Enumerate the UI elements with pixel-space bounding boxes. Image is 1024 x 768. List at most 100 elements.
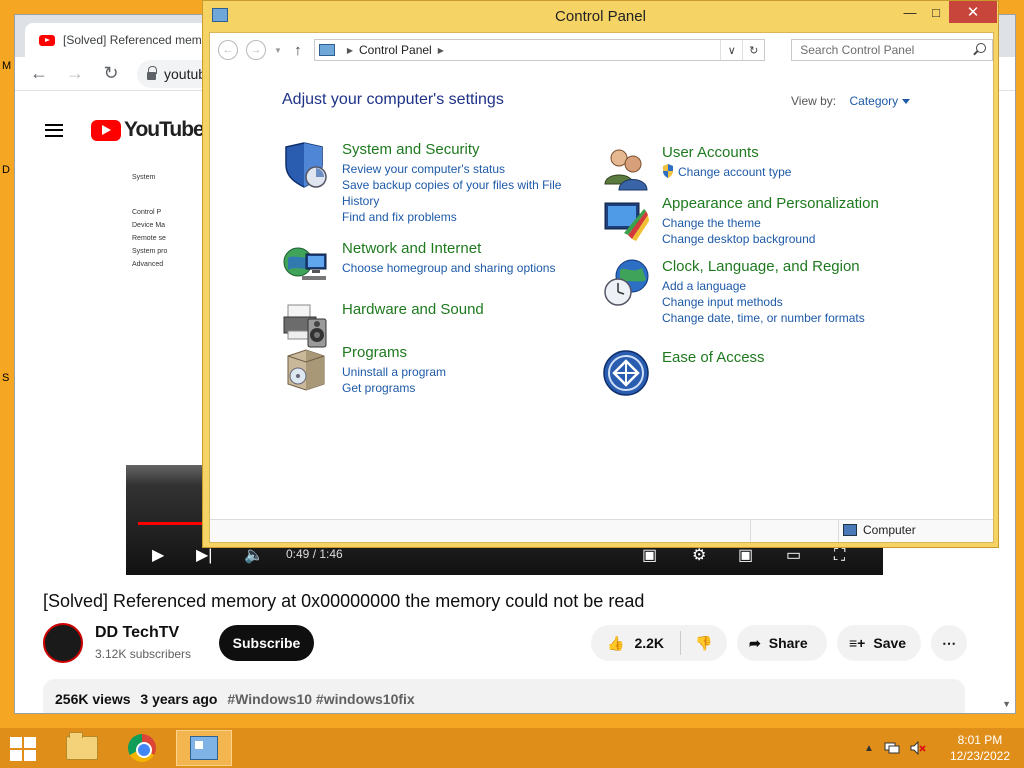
control-panel-icon xyxy=(190,736,218,760)
taskbar-chrome[interactable] xyxy=(114,730,170,766)
chevron-right-icon[interactable]: ▶ xyxy=(438,46,444,55)
category-title[interactable]: Appearance and Personalization xyxy=(662,195,879,212)
printer-speaker-icon[interactable] xyxy=(282,301,330,349)
share-button[interactable]: ➦ Share xyxy=(737,625,827,661)
forward-icon[interactable]: → xyxy=(65,63,85,84)
category-link[interactable]: Save backup copies of your files with Fi… xyxy=(342,177,561,193)
description-box[interactable]: 256K views 3 years ago #Windows10 #windo… xyxy=(43,679,965,713)
category-title[interactable]: System and Security xyxy=(342,141,480,158)
desktop-icon-label: M xyxy=(2,60,12,72)
category-link[interactable]: Change date, time, or number formats xyxy=(662,310,865,326)
category-title[interactable]: Programs xyxy=(342,344,407,361)
ease-of-access-icon[interactable] xyxy=(602,349,650,397)
subscribe-button[interactable]: Subscribe xyxy=(219,625,314,661)
back-icon[interactable]: ← xyxy=(218,40,238,60)
tab-title: [Solved] Referenced memo xyxy=(63,33,209,47)
chevron-right-icon[interactable]: ▶ xyxy=(347,46,353,55)
category-link[interactable]: Change the theme xyxy=(662,215,815,231)
category-title[interactable]: Ease of Access xyxy=(662,349,765,366)
minimize-button[interactable]: — xyxy=(897,1,923,23)
close-button[interactable]: ✕ xyxy=(949,1,997,23)
play-icon[interactable]: ▶ xyxy=(152,545,164,565)
category-link[interactable]: Uninstall a program xyxy=(342,364,446,380)
title-bar[interactable]: Control Panel — □ ✕ xyxy=(203,1,998,31)
category-title[interactable]: Hardware and Sound xyxy=(342,301,484,318)
network-icon[interactable] xyxy=(884,741,900,755)
browser-tab[interactable]: [Solved] Referenced memo xyxy=(25,23,225,57)
status-divider xyxy=(750,520,751,542)
address-dropdown-icon[interactable]: ∨ xyxy=(720,40,742,60)
miniplayer-icon[interactable]: ▣ xyxy=(738,545,753,565)
forward-icon[interactable]: → xyxy=(245,40,266,60)
reload-icon[interactable]: ↻ xyxy=(101,63,121,84)
up-icon[interactable]: ↑ xyxy=(290,42,306,59)
maximize-button[interactable]: □ xyxy=(923,1,949,23)
next-icon[interactable]: ▶| xyxy=(196,545,212,565)
category-link[interactable]: Review your computer's status xyxy=(342,161,561,177)
category-link[interactable]: Change input methods xyxy=(662,294,865,310)
clock-time: 8:01 PM xyxy=(957,733,1003,747)
recent-locations-icon[interactable]: ▼ xyxy=(274,46,282,55)
category-link[interactable]: Change desktop background xyxy=(662,231,815,247)
control-panel-window: Control Panel — □ ✕ ← → ▼ ↑ ▶ Control Pa… xyxy=(202,0,999,548)
taskbar-file-explorer[interactable] xyxy=(54,730,110,766)
scroll-down-icon[interactable]: ▼ xyxy=(1002,699,1011,709)
category-link[interactable]: Find and fix problems xyxy=(342,209,561,225)
search-input[interactable]: Search Control Panel xyxy=(791,39,993,61)
refresh-icon[interactable]: ↻ xyxy=(742,40,764,60)
save-button[interactable]: ≡+ Save xyxy=(837,625,921,661)
window-title: Control Panel xyxy=(555,8,646,25)
volume-muted-icon[interactable] xyxy=(910,741,926,755)
clock[interactable]: 8:01 PM 12/23/2022 xyxy=(950,732,1010,764)
like-button[interactable]: 👍 2.2K xyxy=(591,631,682,655)
globe-network-icon[interactable] xyxy=(282,240,330,288)
video-time: 0:49 / 1:46 xyxy=(286,547,343,561)
url-text: youtub xyxy=(164,65,207,82)
view-by-dropdown[interactable]: Category xyxy=(849,94,911,108)
view-by-value: Category xyxy=(849,94,899,108)
subtitles-icon[interactable]: ▣ xyxy=(642,545,657,565)
category-title[interactable]: Clock, Language, and Region xyxy=(662,258,860,275)
share-icon: ➦ xyxy=(749,634,761,651)
theater-icon[interactable]: ▭ xyxy=(786,545,801,565)
thumbs-down-icon: 👎 xyxy=(695,634,713,651)
settings-icon[interactable]: ⚙ xyxy=(692,545,706,565)
category-title[interactable]: Network and Internet xyxy=(342,240,481,257)
more-actions-button[interactable]: ⋯ xyxy=(931,625,967,661)
hashtags[interactable]: #Windows10 #windows10fix xyxy=(227,691,414,707)
system-tray: ▲ 8:01 PM 12/23/2022 xyxy=(864,728,1024,768)
show-hidden-icons-icon[interactable]: ▲ xyxy=(864,743,874,754)
youtube-logo[interactable]: YouTube xyxy=(91,118,205,142)
like-dislike-group: 👍 2.2K 👎 xyxy=(591,625,727,661)
fullscreen-icon[interactable]: ⛶ xyxy=(834,547,845,565)
category-link-text: Change account type xyxy=(678,165,792,179)
search-placeholder: Search Control Panel xyxy=(800,43,915,57)
breadcrumb[interactable]: Control Panel xyxy=(359,43,432,57)
category-link[interactable]: Change account type xyxy=(662,164,791,180)
volume-icon[interactable]: 🔈 xyxy=(244,545,264,565)
back-icon[interactable]: ← xyxy=(29,63,49,84)
category-link[interactable]: Choose homegroup and sharing options xyxy=(342,260,555,276)
dislike-button[interactable]: 👎 xyxy=(681,635,726,652)
category-link[interactable]: History xyxy=(342,193,561,209)
computer-icon xyxy=(843,524,857,536)
youtube-favicon-icon xyxy=(39,34,55,46)
clock-globe-icon[interactable] xyxy=(602,258,650,306)
menu-icon[interactable] xyxy=(45,123,63,137)
channel-name[interactable]: DD TechTV xyxy=(95,624,179,642)
category-link[interactable]: Get programs xyxy=(342,380,446,396)
address-bar[interactable]: ▶ Control Panel ▶ ∨ ↻ xyxy=(313,39,766,61)
taskbar-control-panel[interactable] xyxy=(176,730,232,766)
status-divider xyxy=(838,520,839,542)
navigation-bar: ← → ▼ ↑ ▶ Control Panel ▶ ∨ ↻ Search Con… xyxy=(210,33,993,67)
category-link[interactable]: Add a language xyxy=(662,278,865,294)
start-button[interactable] xyxy=(10,737,38,761)
uac-shield-icon xyxy=(663,164,673,178)
appearance-icon[interactable] xyxy=(602,195,650,243)
users-icon[interactable] xyxy=(602,144,650,192)
search-icon[interactable] xyxy=(976,43,986,53)
channel-avatar[interactable] xyxy=(43,623,83,663)
shield-icon[interactable] xyxy=(282,141,330,189)
programs-box-icon[interactable] xyxy=(282,344,330,392)
category-title[interactable]: User Accounts xyxy=(662,144,759,161)
